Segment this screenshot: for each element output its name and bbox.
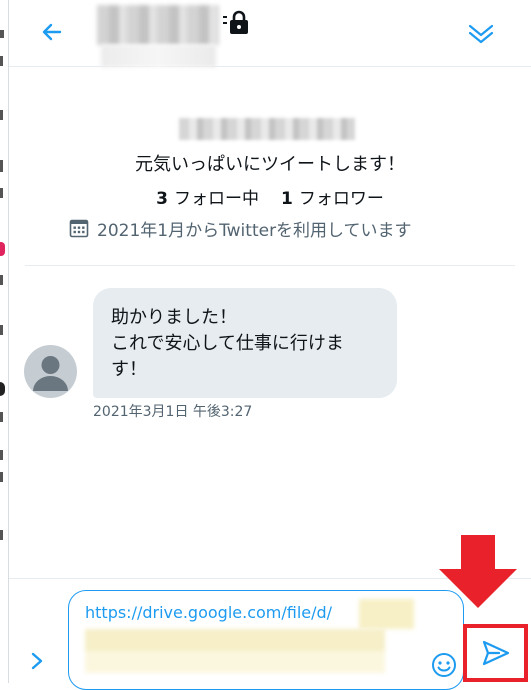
chevron-right-icon [31, 652, 43, 670]
chevron-double-down-icon [468, 24, 494, 44]
message-input[interactable]: https://drive.google.com/file/d/ [68, 590, 464, 690]
url-redacted [359, 599, 414, 629]
background-badge-fragment [0, 242, 5, 256]
background-text-fragment [0, 56, 3, 66]
following-count[interactable]: 3 [156, 189, 168, 209]
sender-avatar[interactable] [24, 345, 77, 398]
background-text-fragment [0, 110, 3, 120]
background-text-fragment [0, 472, 3, 482]
message-line: これで安心して仕事に行けま [111, 333, 344, 354]
conversation-header [9, 0, 531, 67]
collapse-button[interactable] [464, 16, 498, 50]
url-redacted [85, 629, 385, 673]
background-badge-fragment [0, 382, 5, 396]
profile-handle-redacted [179, 118, 355, 140]
display-name-redacted [97, 5, 219, 45]
followers-label[interactable]: フォロワー [299, 189, 384, 209]
background-text-fragment [0, 188, 3, 198]
background-text-fragment [0, 275, 3, 285]
send-button[interactable] [463, 624, 528, 682]
back-button[interactable] [37, 17, 67, 47]
follow-stats: 3 フォロー中 1 フォロワー [9, 184, 531, 209]
arrow-left-icon [42, 23, 62, 41]
message-bubble[interactable]: 助かりました！ これで安心して仕事に行けま す！ [93, 288, 397, 398]
annotation-arrow-icon [439, 535, 517, 608]
send-icon [482, 640, 509, 666]
expand-options-button[interactable] [25, 649, 49, 673]
background-text-fragment [0, 160, 3, 172]
background-text-fragment [0, 450, 3, 460]
followers-count[interactable]: 1 [281, 189, 293, 209]
message-line: 助かりました！ [111, 307, 237, 328]
joined-date: 2021年1月からTwitterを利用しています [69, 216, 412, 241]
joined-text: 2021年1月からTwitterを利用しています [97, 220, 412, 241]
message-line: す！ [111, 359, 147, 380]
background-text-fragment [0, 30, 4, 38]
background-text-fragment [0, 325, 3, 335]
background-text-fragment [0, 530, 3, 540]
username-redacted [101, 45, 216, 67]
default-avatar-icon [33, 356, 68, 391]
section-divider [25, 265, 515, 266]
message-input-value: https://drive.google.com/file/d/ [85, 603, 333, 622]
emoji-button[interactable] [431, 652, 457, 678]
emoji-icon [432, 653, 456, 677]
lock-icon [223, 10, 248, 34]
following-label[interactable]: フォロー中 [174, 189, 259, 209]
profile-summary: 元気いっぱいにツイートします！ 3 フォロー中 1 フォロワー 2021年1月からTw… [9, 66, 531, 266]
message-timestamp: 2021年3月1日 午後3:27 [93, 404, 253, 420]
background-text-fragment [0, 412, 3, 422]
calendar-icon [69, 219, 89, 238]
profile-bio: 元気いっぱいにツイートします！ [135, 154, 405, 175]
